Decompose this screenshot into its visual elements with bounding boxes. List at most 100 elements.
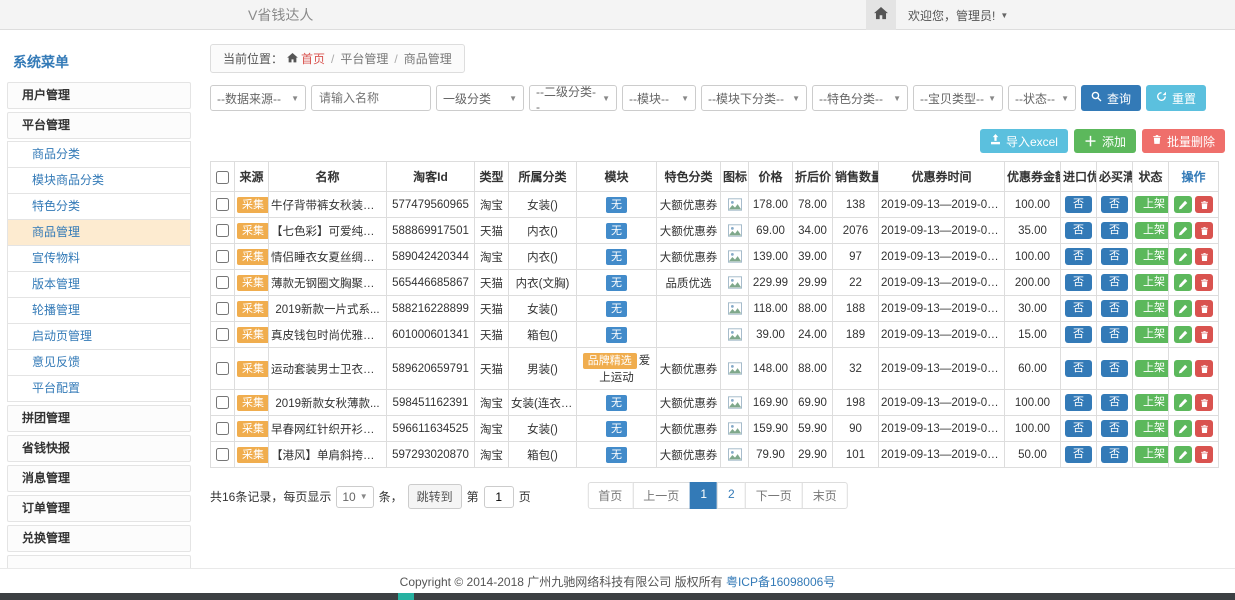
import-choice-toggle[interactable]: 否 — [1065, 274, 1092, 291]
sidebar-item-partial[interactable] — [7, 555, 191, 568]
edit-button[interactable] — [1174, 196, 1192, 213]
sidebar-item[interactable]: 省钱快报 — [7, 435, 191, 462]
edit-button[interactable] — [1174, 248, 1192, 265]
row-checkbox[interactable] — [216, 302, 229, 315]
sidebar-item[interactable]: 消息管理 — [7, 465, 191, 492]
add-button[interactable]: ＋ 添加 — [1074, 129, 1136, 153]
sidebar-item[interactable]: 订单管理 — [7, 495, 191, 522]
delete-button[interactable] — [1195, 420, 1213, 437]
filter-select[interactable]: --模块--▼ — [622, 85, 696, 111]
sidebar-subitem[interactable]: 平台配置 — [7, 375, 191, 402]
row-checkbox[interactable] — [216, 276, 229, 289]
sidebar-subitem[interactable]: 宣传物料 — [7, 245, 191, 272]
page-item[interactable]: 下一页 — [745, 482, 803, 509]
status-toggle[interactable]: 上架 — [1135, 248, 1169, 265]
name-search-input[interactable] — [311, 85, 431, 111]
status-toggle[interactable]: 上架 — [1135, 196, 1169, 213]
page-number-input[interactable] — [484, 486, 514, 508]
must-buy-toggle[interactable]: 否 — [1101, 300, 1128, 317]
edit-button[interactable] — [1174, 222, 1192, 239]
icp-link[interactable]: 粤ICP备16098006号 — [726, 573, 835, 590]
sidebar-item[interactable]: 平台管理 — [7, 112, 191, 139]
filter-select[interactable]: --二级分类--▼ — [529, 85, 617, 111]
page-item[interactable]: 首页 — [587, 482, 633, 509]
sidebar-subitem[interactable]: 模块商品分类 — [7, 167, 191, 194]
delete-button[interactable] — [1195, 360, 1213, 377]
sidebar-item[interactable]: 兑换管理 — [7, 525, 191, 552]
row-checkbox[interactable] — [216, 448, 229, 461]
page-item[interactable]: 上一页 — [632, 482, 690, 509]
search-button[interactable]: 查询 — [1081, 85, 1141, 111]
delete-button[interactable] — [1195, 300, 1213, 317]
edit-button[interactable] — [1174, 326, 1192, 343]
status-toggle[interactable]: 上架 — [1135, 300, 1169, 317]
must-buy-toggle[interactable]: 否 — [1101, 446, 1128, 463]
sidebar-subitem[interactable]: 启动页管理 — [7, 323, 191, 350]
import-choice-toggle[interactable]: 否 — [1065, 196, 1092, 213]
per-page-select[interactable]: 10 ▼ — [336, 486, 373, 508]
status-toggle[interactable]: 上架 — [1135, 394, 1169, 411]
breadcrumb-item[interactable]: 平台管理 — [325, 50, 388, 67]
sidebar-subitem[interactable]: 轮播管理 — [7, 297, 191, 324]
user-menu[interactable]: 欢迎您，管理员! ▼ — [896, 0, 1020, 30]
page-item[interactable]: 2 — [717, 482, 746, 509]
import-choice-toggle[interactable]: 否 — [1065, 326, 1092, 343]
must-buy-toggle[interactable]: 否 — [1101, 248, 1128, 265]
filter-select[interactable]: --特色分类--▼ — [812, 85, 908, 111]
must-buy-toggle[interactable]: 否 — [1101, 326, 1128, 343]
status-toggle[interactable]: 上架 — [1135, 274, 1169, 291]
horizontal-scrollbar[interactable] — [0, 593, 1235, 600]
row-checkbox[interactable] — [216, 250, 229, 263]
import-excel-button[interactable]: 导入excel — [980, 129, 1068, 153]
sidebar-item[interactable]: 用户管理 — [7, 82, 191, 109]
must-buy-toggle[interactable]: 否 — [1101, 420, 1128, 437]
status-toggle[interactable]: 上架 — [1135, 360, 1169, 377]
edit-button[interactable] — [1174, 420, 1192, 437]
import-choice-toggle[interactable]: 否 — [1065, 300, 1092, 317]
delete-button[interactable] — [1195, 274, 1213, 291]
row-checkbox[interactable] — [216, 198, 229, 211]
delete-button[interactable] — [1195, 326, 1213, 343]
delete-button[interactable] — [1195, 248, 1213, 265]
page-current[interactable]: 1 — [689, 482, 718, 509]
sidebar-subitem[interactable]: 版本管理 — [7, 271, 191, 298]
import-choice-toggle[interactable]: 否 — [1065, 360, 1092, 377]
row-checkbox[interactable] — [216, 328, 229, 341]
import-choice-toggle[interactable]: 否 — [1065, 222, 1092, 239]
filter-select[interactable]: --模块下分类--▼ — [701, 85, 807, 111]
delete-button[interactable] — [1195, 394, 1213, 411]
row-checkbox[interactable] — [216, 362, 229, 375]
status-toggle[interactable]: 上架 — [1135, 420, 1169, 437]
status-toggle[interactable]: 上架 — [1135, 446, 1169, 463]
home-button[interactable] — [866, 0, 896, 30]
edit-button[interactable] — [1174, 394, 1192, 411]
import-choice-toggle[interactable]: 否 — [1065, 446, 1092, 463]
scrollbar-thumb[interactable] — [398, 593, 414, 600]
jump-button[interactable]: 跳转到 — [408, 484, 462, 509]
batch-delete-button[interactable]: 批量删除 — [1142, 129, 1225, 153]
row-checkbox[interactable] — [216, 396, 229, 409]
filter-select[interactable]: --数据来源--▼ — [210, 85, 306, 111]
select-all-checkbox[interactable] — [216, 171, 229, 184]
filter-select[interactable]: --状态--▼ — [1008, 85, 1076, 111]
import-choice-toggle[interactable]: 否 — [1065, 420, 1092, 437]
edit-button[interactable] — [1174, 274, 1192, 291]
must-buy-toggle[interactable]: 否 — [1101, 222, 1128, 239]
must-buy-toggle[interactable]: 否 — [1101, 274, 1128, 291]
delete-button[interactable] — [1195, 222, 1213, 239]
breadcrumb-home-link[interactable]: 首页 — [287, 50, 325, 67]
must-buy-toggle[interactable]: 否 — [1101, 360, 1128, 377]
status-toggle[interactable]: 上架 — [1135, 326, 1169, 343]
must-buy-toggle[interactable]: 否 — [1101, 394, 1128, 411]
sidebar-item[interactable]: 拼团管理 — [7, 405, 191, 432]
status-toggle[interactable]: 上架 — [1135, 222, 1169, 239]
edit-button[interactable] — [1174, 446, 1192, 463]
edit-button[interactable] — [1174, 360, 1192, 377]
filter-select[interactable]: --宝贝类型--▼ — [913, 85, 1003, 111]
delete-button[interactable] — [1195, 446, 1213, 463]
sidebar-subitem[interactable]: 商品管理 — [7, 219, 191, 246]
filter-select[interactable]: 一级分类▼ — [436, 85, 524, 111]
row-checkbox[interactable] — [216, 422, 229, 435]
delete-button[interactable] — [1195, 196, 1213, 213]
must-buy-toggle[interactable]: 否 — [1101, 196, 1128, 213]
